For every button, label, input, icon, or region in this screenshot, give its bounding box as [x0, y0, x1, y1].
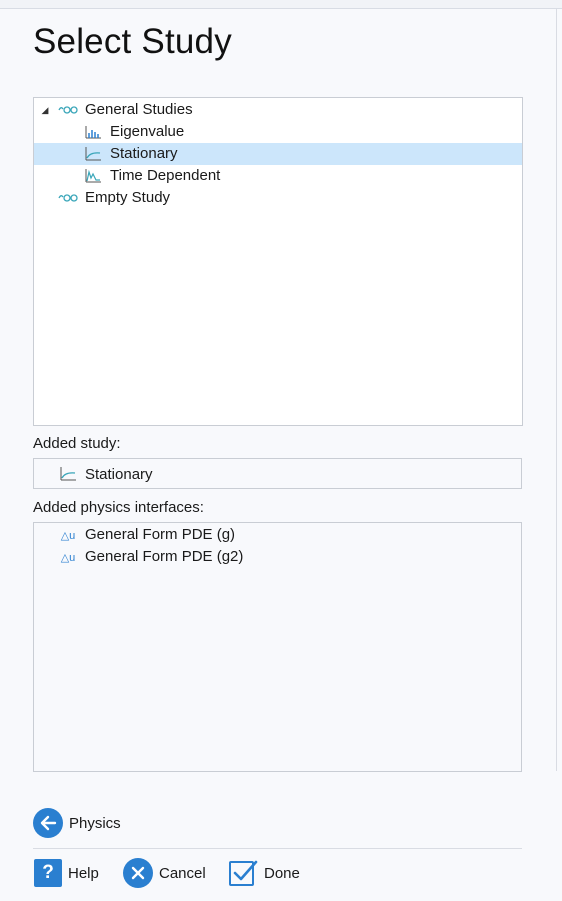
tree-item-label: Empty Study	[85, 189, 171, 206]
stationary-icon	[58, 466, 78, 482]
stationary-icon	[83, 146, 103, 162]
added-study-heading: Added study:	[33, 435, 121, 452]
study-group-icon	[58, 190, 78, 206]
added-study-label: Stationary	[85, 466, 153, 483]
study-tree[interactable]: ◢ General Studies Eigenvalue Stationary …	[33, 97, 523, 426]
collapse-triangle-icon[interactable]: ◢	[40, 105, 50, 115]
pde-icon: △u	[60, 551, 76, 564]
window-left-border	[0, 9, 14, 901]
time-dependent-icon	[83, 168, 103, 184]
tree-item-empty-study[interactable]: Empty Study	[34, 187, 522, 209]
window-top-border	[0, 0, 562, 9]
cancel-button-label: Cancel	[159, 864, 206, 882]
close-icon	[123, 858, 153, 888]
cancel-button[interactable]: Cancel	[123, 858, 206, 888]
help-question-icon: ?	[34, 859, 62, 887]
page-title: Select Study	[33, 22, 232, 61]
done-button[interactable]: Done	[228, 858, 300, 888]
study-group-icon	[58, 102, 78, 118]
tree-item-label: General Studies	[85, 101, 193, 118]
tree-item-label: Eigenvalue	[110, 123, 185, 140]
tree-item-label: Time Dependent	[110, 167, 221, 184]
done-button-label: Done	[264, 864, 300, 882]
checkmark-icon	[228, 858, 258, 888]
help-button[interactable]: ? Help	[34, 859, 99, 887]
added-physics-list[interactable]: △u General Form PDE (g) △u General Form …	[33, 522, 522, 772]
added-physics-heading: Added physics interfaces:	[33, 499, 204, 516]
physics-item-label: General Form PDE (g2)	[85, 548, 244, 565]
help-button-label: Help	[68, 864, 99, 882]
tree-item-time-dependent[interactable]: Time Dependent	[34, 165, 522, 187]
physics-back-button[interactable]: Physics	[33, 808, 121, 838]
tree-item-stationary[interactable]: Stationary	[34, 143, 522, 165]
eigenvalue-icon	[83, 124, 103, 140]
physics-button-label: Physics	[69, 814, 121, 832]
tree-item-general-studies[interactable]: ◢ General Studies	[34, 99, 522, 121]
physics-item-pde-g[interactable]: △u General Form PDE (g)	[34, 524, 521, 546]
arrow-left-icon	[33, 808, 63, 838]
physics-item-pde-g2[interactable]: △u General Form PDE (g2)	[34, 546, 521, 568]
pde-icon: △u	[60, 529, 76, 542]
added-study-list[interactable]: Stationary	[33, 458, 522, 489]
panel-divider[interactable]	[556, 9, 557, 771]
tree-item-eigenvalue[interactable]: Eigenvalue	[34, 121, 522, 143]
physics-item-label: General Form PDE (g)	[85, 526, 236, 543]
button-separator	[33, 848, 522, 849]
tree-item-label: Stationary	[110, 145, 178, 162]
